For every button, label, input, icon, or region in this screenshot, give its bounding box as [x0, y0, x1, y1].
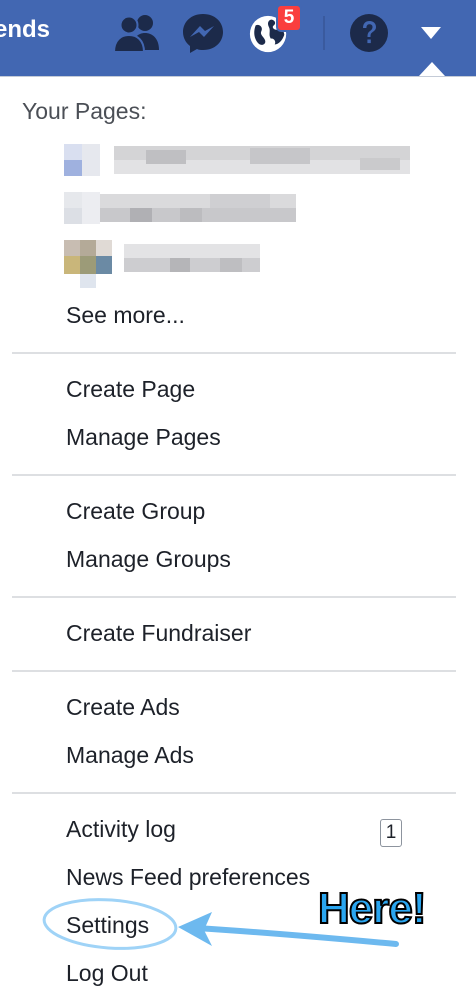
- blurred-page-list: [60, 140, 450, 300]
- manage-ads-item[interactable]: Manage Ads: [66, 742, 194, 769]
- help-icon[interactable]: [348, 12, 390, 54]
- create-ads-item[interactable]: Create Ads: [66, 694, 180, 721]
- manage-pages-item[interactable]: Manage Pages: [66, 424, 221, 451]
- friends-icon[interactable]: [112, 12, 162, 54]
- see-more-link[interactable]: See more...: [66, 302, 185, 329]
- your-pages-heading: Your Pages:: [22, 98, 147, 124]
- news-feed-preferences-item[interactable]: News Feed preferences: [66, 864, 310, 891]
- settings-item[interactable]: Settings: [66, 912, 149, 939]
- create-fundraiser-item[interactable]: Create Fundraiser: [66, 620, 251, 647]
- menu-divider: [12, 792, 456, 794]
- messenger-icon[interactable]: [181, 12, 225, 54]
- log-out-item[interactable]: Log Out: [66, 960, 148, 987]
- annotation-here-label: Here!: [317, 883, 427, 934]
- notifications-badge: 5: [276, 4, 302, 32]
- create-page-item[interactable]: Create Page: [66, 376, 195, 403]
- menu-divider: [12, 474, 456, 476]
- create-group-item[interactable]: Create Group: [66, 498, 205, 525]
- activity-log-item[interactable]: Activity log: [66, 816, 176, 843]
- top-bar: ends 5: [0, 0, 476, 76]
- toolbar-divider: [323, 16, 325, 50]
- menu-divider: [12, 670, 456, 672]
- manage-groups-item[interactable]: Manage Groups: [66, 546, 231, 573]
- menu-divider: [12, 596, 456, 598]
- find-friends-link[interactable]: ends: [0, 16, 50, 44]
- caret-down-icon[interactable]: [420, 26, 442, 40]
- menu-pointer: [419, 62, 445, 76]
- activity-log-count: 1: [380, 819, 402, 847]
- menu-divider: [12, 352, 456, 354]
